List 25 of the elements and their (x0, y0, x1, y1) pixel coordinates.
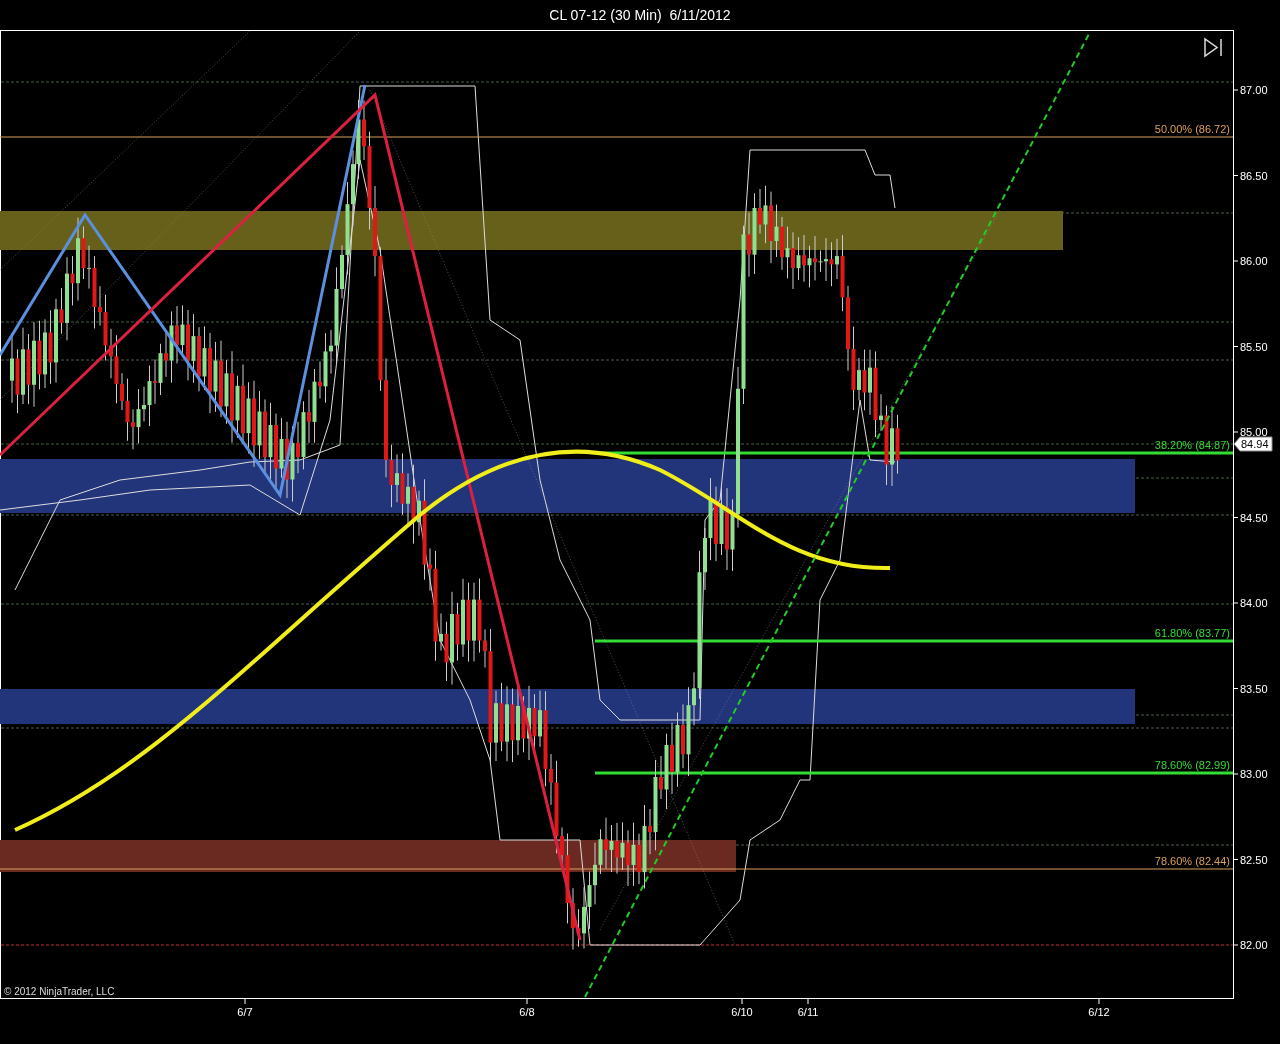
time-axis-label: 6/7 (237, 1006, 253, 1018)
price-axis-label: 82.00 (1240, 939, 1268, 951)
fibonacci-level-label: 61.80% (83.77) (1154, 627, 1230, 639)
time-axis-label: 6/8 (519, 1006, 535, 1018)
skip-end-icon[interactable] (1204, 37, 1222, 58)
price-axis-label: 84.50 (1240, 511, 1268, 524)
last-price-marker: 84.94 (1233, 436, 1273, 452)
chart-title: CL 07-12 (30 Min) 6/11/2012 (549, 6, 731, 25)
price-axis-label: 85.50 (1240, 340, 1268, 353)
price-axis-label: 86.50 (1240, 169, 1268, 182)
time-axis-label: 6/11 (797, 1006, 819, 1018)
price-axis-label: 84.00 (1240, 597, 1268, 609)
price-axis-label: 86.00 (1240, 255, 1268, 267)
time-axis-label: 6/10 (731, 1006, 753, 1018)
fibonacci-level-label: 50.00% (86.72) (1154, 123, 1230, 135)
price-axis-label: 85.00 (1240, 426, 1268, 438)
price-axis-label: 82.50 (1240, 853, 1268, 866)
fibonacci-level-label: 38.20% (84.87) (1154, 439, 1230, 451)
price-axis-label: 87.00 (1240, 84, 1268, 96)
fibonacci-level-label: 78.60% (82.44) (1154, 855, 1230, 867)
price-axis-label: 83.00 (1240, 768, 1268, 780)
copyright-text: © 2012 NinjaTrader, LLC (4, 986, 115, 997)
fibonacci-level-label: 78.60% (82.99) (1154, 759, 1230, 771)
price-axis-label: 83.50 (1240, 682, 1268, 695)
time-axis-label: 6/12 (1088, 1006, 1110, 1018)
